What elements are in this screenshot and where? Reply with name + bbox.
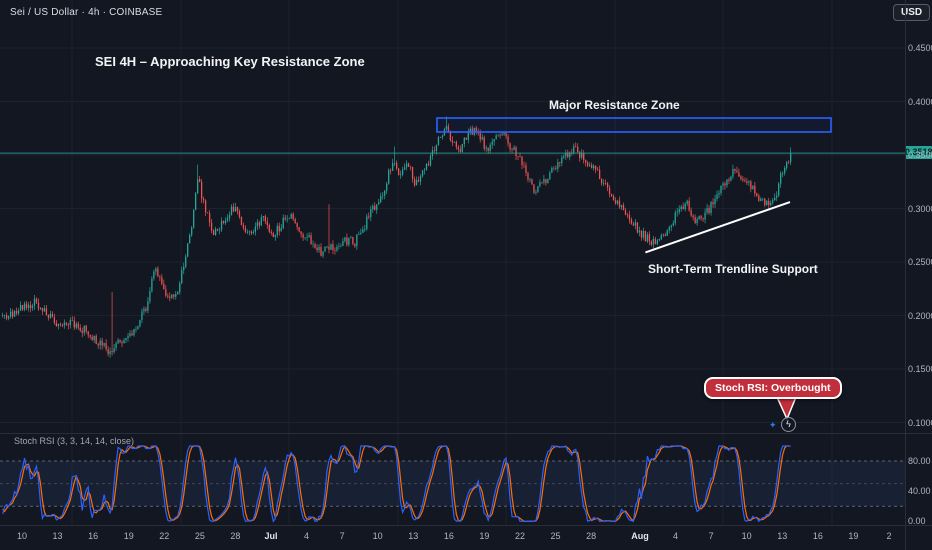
time-axis-label: 19 (840, 531, 866, 541)
price-axis-label: 0.1500 (908, 364, 932, 374)
indicator-axis-label: 80.00 (908, 456, 931, 466)
callout-tail (777, 397, 796, 419)
time-axis-label: 16 (805, 531, 831, 541)
time-axis-label: 28 (222, 531, 248, 541)
time-axis-label: 13 (769, 531, 795, 541)
callout-text: Stoch RSI: Overbought (715, 382, 831, 394)
resistance-zone-box (437, 118, 831, 132)
time-axis-separator (0, 525, 932, 526)
time-axis-label: 16 (436, 531, 462, 541)
trendline-support-label[interactable]: Short-Term Trendline Support (648, 262, 816, 276)
time-axis-label: 4 (294, 531, 320, 541)
price-axis-label: 0.4000 (908, 97, 932, 107)
price-axis-label: 0.1000 (908, 418, 932, 428)
stoch-rsi-callout[interactable]: Stoch RSI: Overbought (704, 377, 842, 399)
time-axis-label: 2 (876, 531, 902, 541)
price-axis-separator (905, 0, 906, 550)
time-axis-label: 22 (507, 531, 533, 541)
lightning-icon[interactable]: ϟ (781, 417, 796, 432)
time-axis-label: 25 (543, 531, 569, 541)
pane-separator[interactable] (0, 433, 932, 434)
price-axis-label: 0.2000 (908, 311, 932, 321)
chart-title-annotation[interactable]: SEI 4H – Approaching Key Resistance Zone (95, 54, 365, 69)
chart-window: Sei / US Dollar · 4h · COINBASE USD SEI … (0, 0, 932, 550)
time-axis-label: 7 (329, 531, 355, 541)
price-axis-label: 0.3000 (908, 204, 932, 214)
time-axis-label: 10 (734, 531, 760, 541)
price-axis-label: 0.4500 (908, 43, 932, 53)
indicator-axis-label: 40.00 (908, 486, 931, 496)
symbol-legend[interactable]: Sei / US Dollar · 4h · COINBASE (10, 7, 162, 18)
time-axis-label: 13 (400, 531, 426, 541)
time-axis-label: 10 (365, 531, 391, 541)
time-axis-month-label: Aug (627, 531, 653, 541)
price-axis-label: 0.3500 (908, 150, 932, 160)
time-axis-label: 4 (663, 531, 689, 541)
resistance-zone-label[interactable]: Major Resistance Zone (549, 98, 674, 112)
time-axis-label: 19 (116, 531, 142, 541)
time-axis-label: 19 (471, 531, 497, 541)
time-axis-label: 7 (698, 531, 724, 541)
time-axis-label: 25 (187, 531, 213, 541)
time-axis-label: 16 (80, 531, 106, 541)
plus-marker-icon: ✦ (769, 420, 777, 431)
indicator-legend[interactable]: Stoch RSI (3, 3, 14, 14, close) (14, 436, 134, 446)
currency-button[interactable]: USD (893, 4, 930, 21)
time-axis-label: 10 (9, 531, 35, 541)
trendline (645, 202, 790, 252)
time-axis-label: 28 (578, 531, 604, 541)
time-axis-label: 13 (45, 531, 71, 541)
time-axis-label: 22 (151, 531, 177, 541)
time-axis-month-label: Jul (258, 531, 284, 541)
price-axis-label: 0.2500 (908, 257, 932, 267)
